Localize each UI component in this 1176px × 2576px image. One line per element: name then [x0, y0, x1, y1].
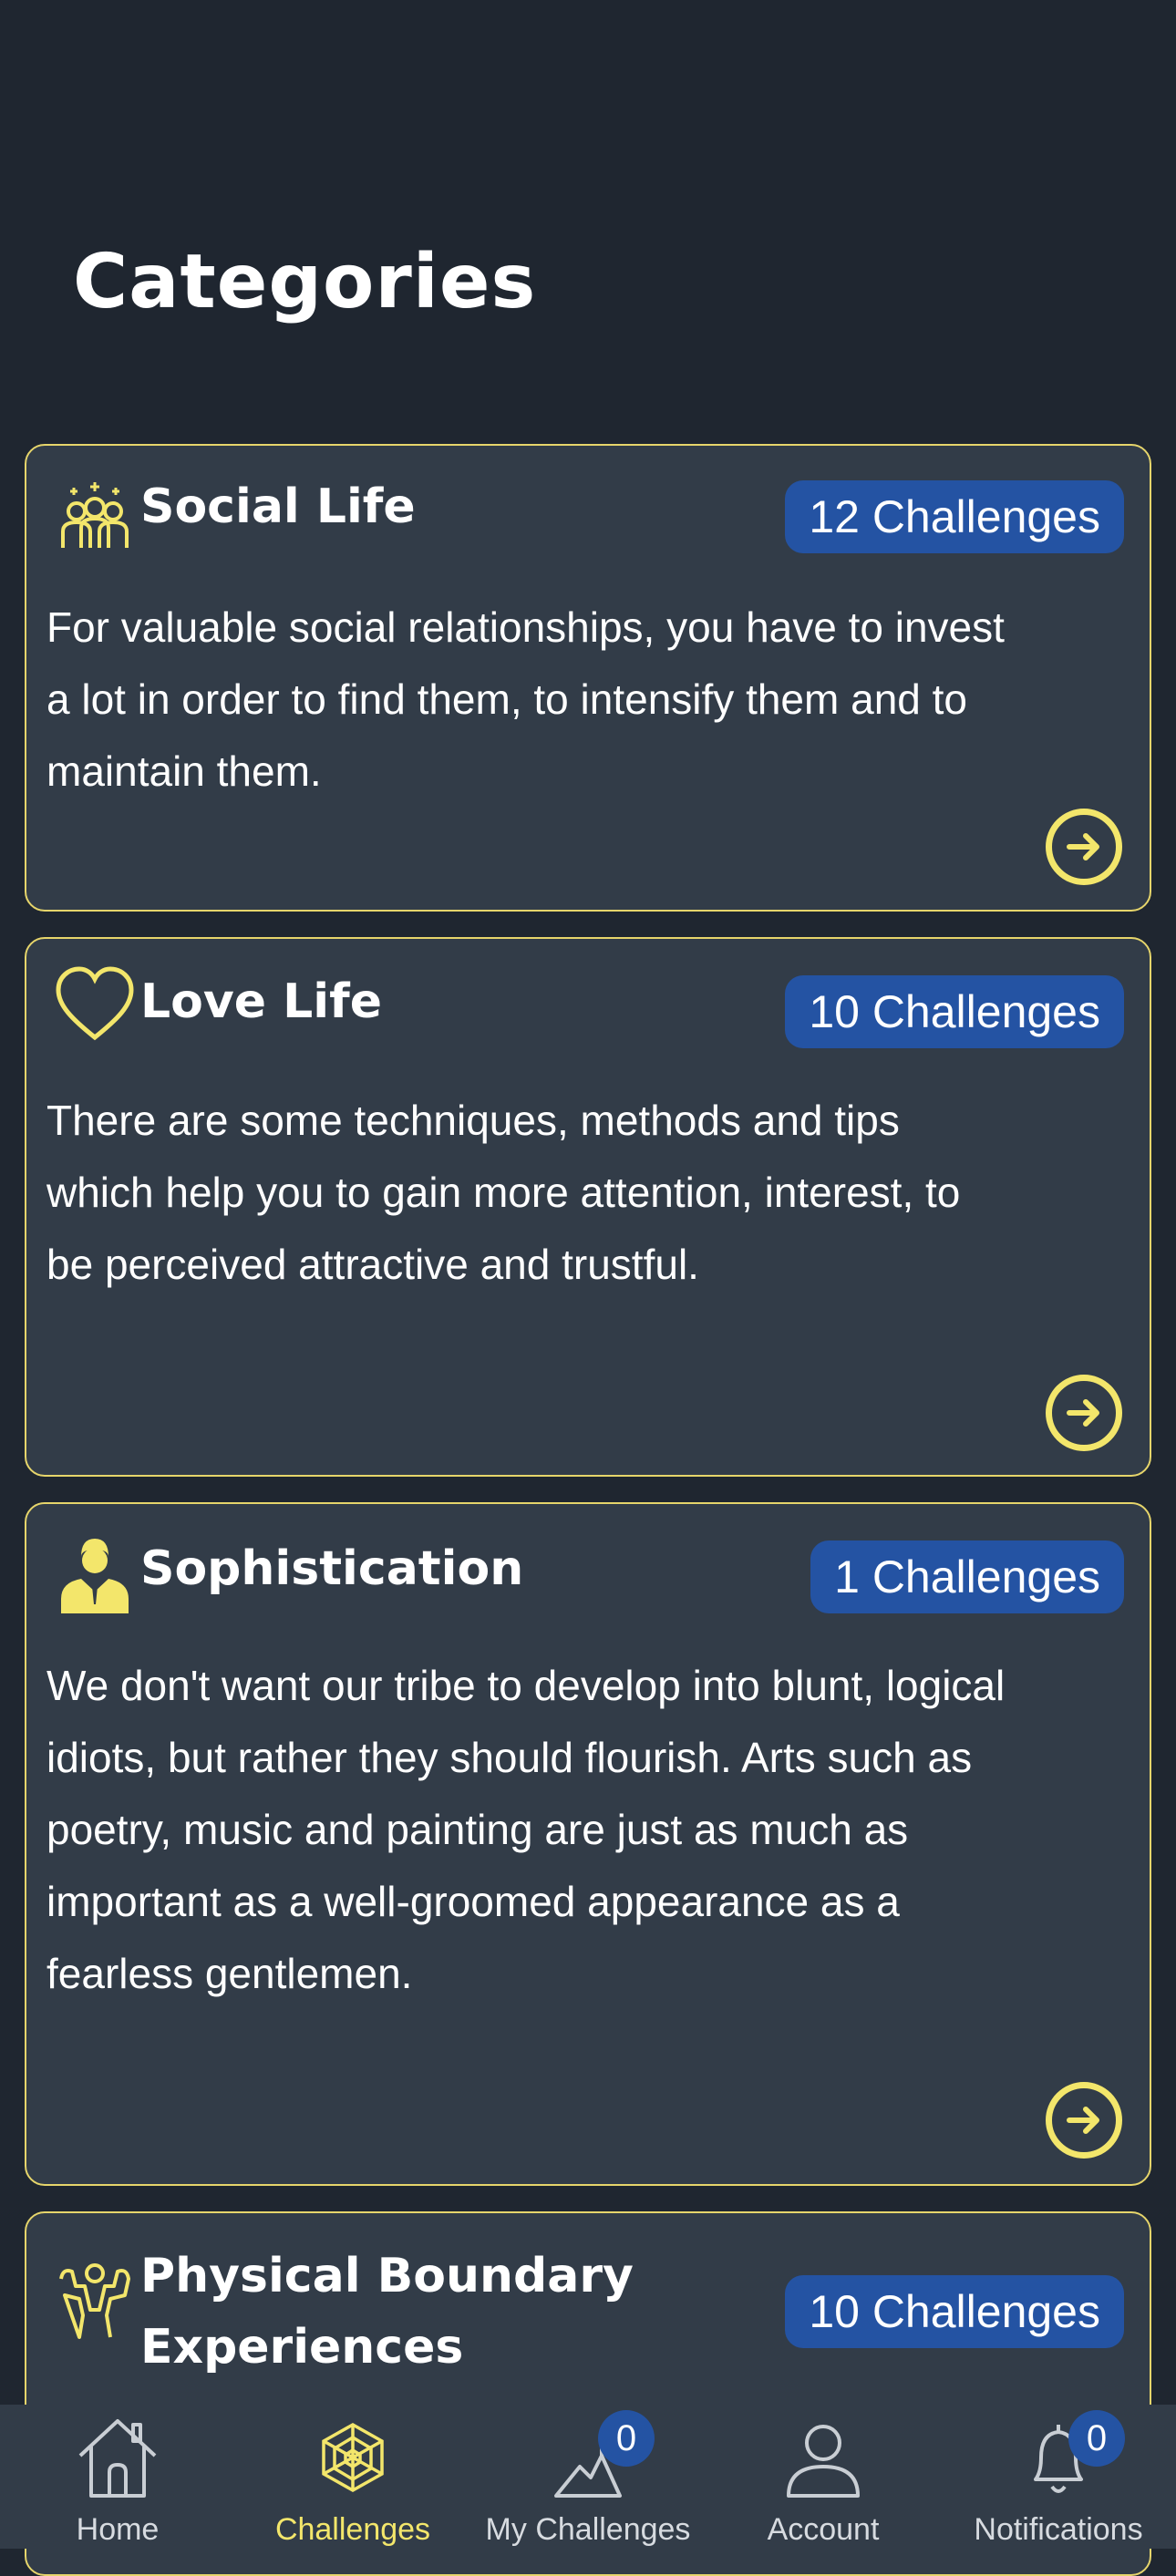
- status-bar: [0, 0, 1176, 201]
- nav-item-my-challenges[interactable]: 0 My Challenges: [470, 2405, 706, 2549]
- open-category-button[interactable]: [1046, 1375, 1122, 1451]
- arrow-right-icon: [1067, 1399, 1099, 1427]
- nav-item-challenges[interactable]: Challenges: [235, 2405, 470, 2549]
- nav-label-account: Account: [767, 2512, 880, 2547]
- category-title: Sophistication: [140, 1541, 524, 1596]
- nav-label-challenges: Challenges: [274, 2512, 431, 2547]
- category-description: There are some techniques, methods and t…: [46, 1097, 961, 1288]
- nav-label-home: Home: [76, 2512, 160, 2547]
- challenge-count-badge: 10 Challenges: [785, 975, 1124, 1048]
- heart-icon: [54, 964, 136, 1046]
- bottom-navigation-bar: Home Challenges 0 My Challenges Account …: [0, 2405, 1176, 2549]
- arrow-right-icon: [1067, 833, 1099, 860]
- category-description: For valuable social relationships, you h…: [46, 603, 1005, 795]
- nav-item-notifications[interactable]: 0 Notifications: [941, 2405, 1176, 2549]
- arrow-right-icon: [1067, 2107, 1099, 2134]
- category-description: We don't want our tribe to develop into …: [46, 1662, 1006, 1997]
- strong-man-icon: [54, 2259, 136, 2341]
- nav-item-account[interactable]: Account: [706, 2405, 941, 2549]
- nav-item-home[interactable]: Home: [0, 2405, 235, 2549]
- challenge-count-badge: 12 Challenges: [785, 480, 1124, 553]
- home-icon: [67, 2412, 168, 2503]
- category-title: Love Life: [140, 974, 382, 1029]
- my-challenges-count-badge: 0: [598, 2410, 655, 2467]
- category-title: Physical Boundary Experiences: [140, 2249, 634, 2375]
- page-title: Categories: [73, 239, 537, 325]
- category-card-sophistication[interactable]: Sophistication 1 Challenges We don't wan…: [25, 1502, 1151, 2186]
- web-icon: [303, 2412, 403, 2503]
- nav-label-notifications: Notifications: [974, 2512, 1143, 2547]
- category-card-love-life[interactable]: Love Life 10 Challenges There are some t…: [25, 937, 1151, 1477]
- category-title: Social Life: [140, 479, 416, 534]
- open-category-button[interactable]: [1046, 809, 1122, 885]
- challenge-count-badge: 10 Challenges: [785, 2275, 1124, 2348]
- notifications-count-badge: 0: [1068, 2410, 1125, 2467]
- user-icon: [773, 2412, 873, 2503]
- group-people-icon: [54, 475, 136, 557]
- nav-label-my-challenges: My Challenges: [485, 2512, 691, 2547]
- challenge-count-badge: 1 Challenges: [810, 1540, 1124, 1613]
- open-category-button[interactable]: [1046, 2082, 1122, 2159]
- category-card-social-life[interactable]: Social Life 12 Challenges For valuable s…: [25, 444, 1151, 912]
- gentleman-icon: [54, 1531, 136, 1613]
